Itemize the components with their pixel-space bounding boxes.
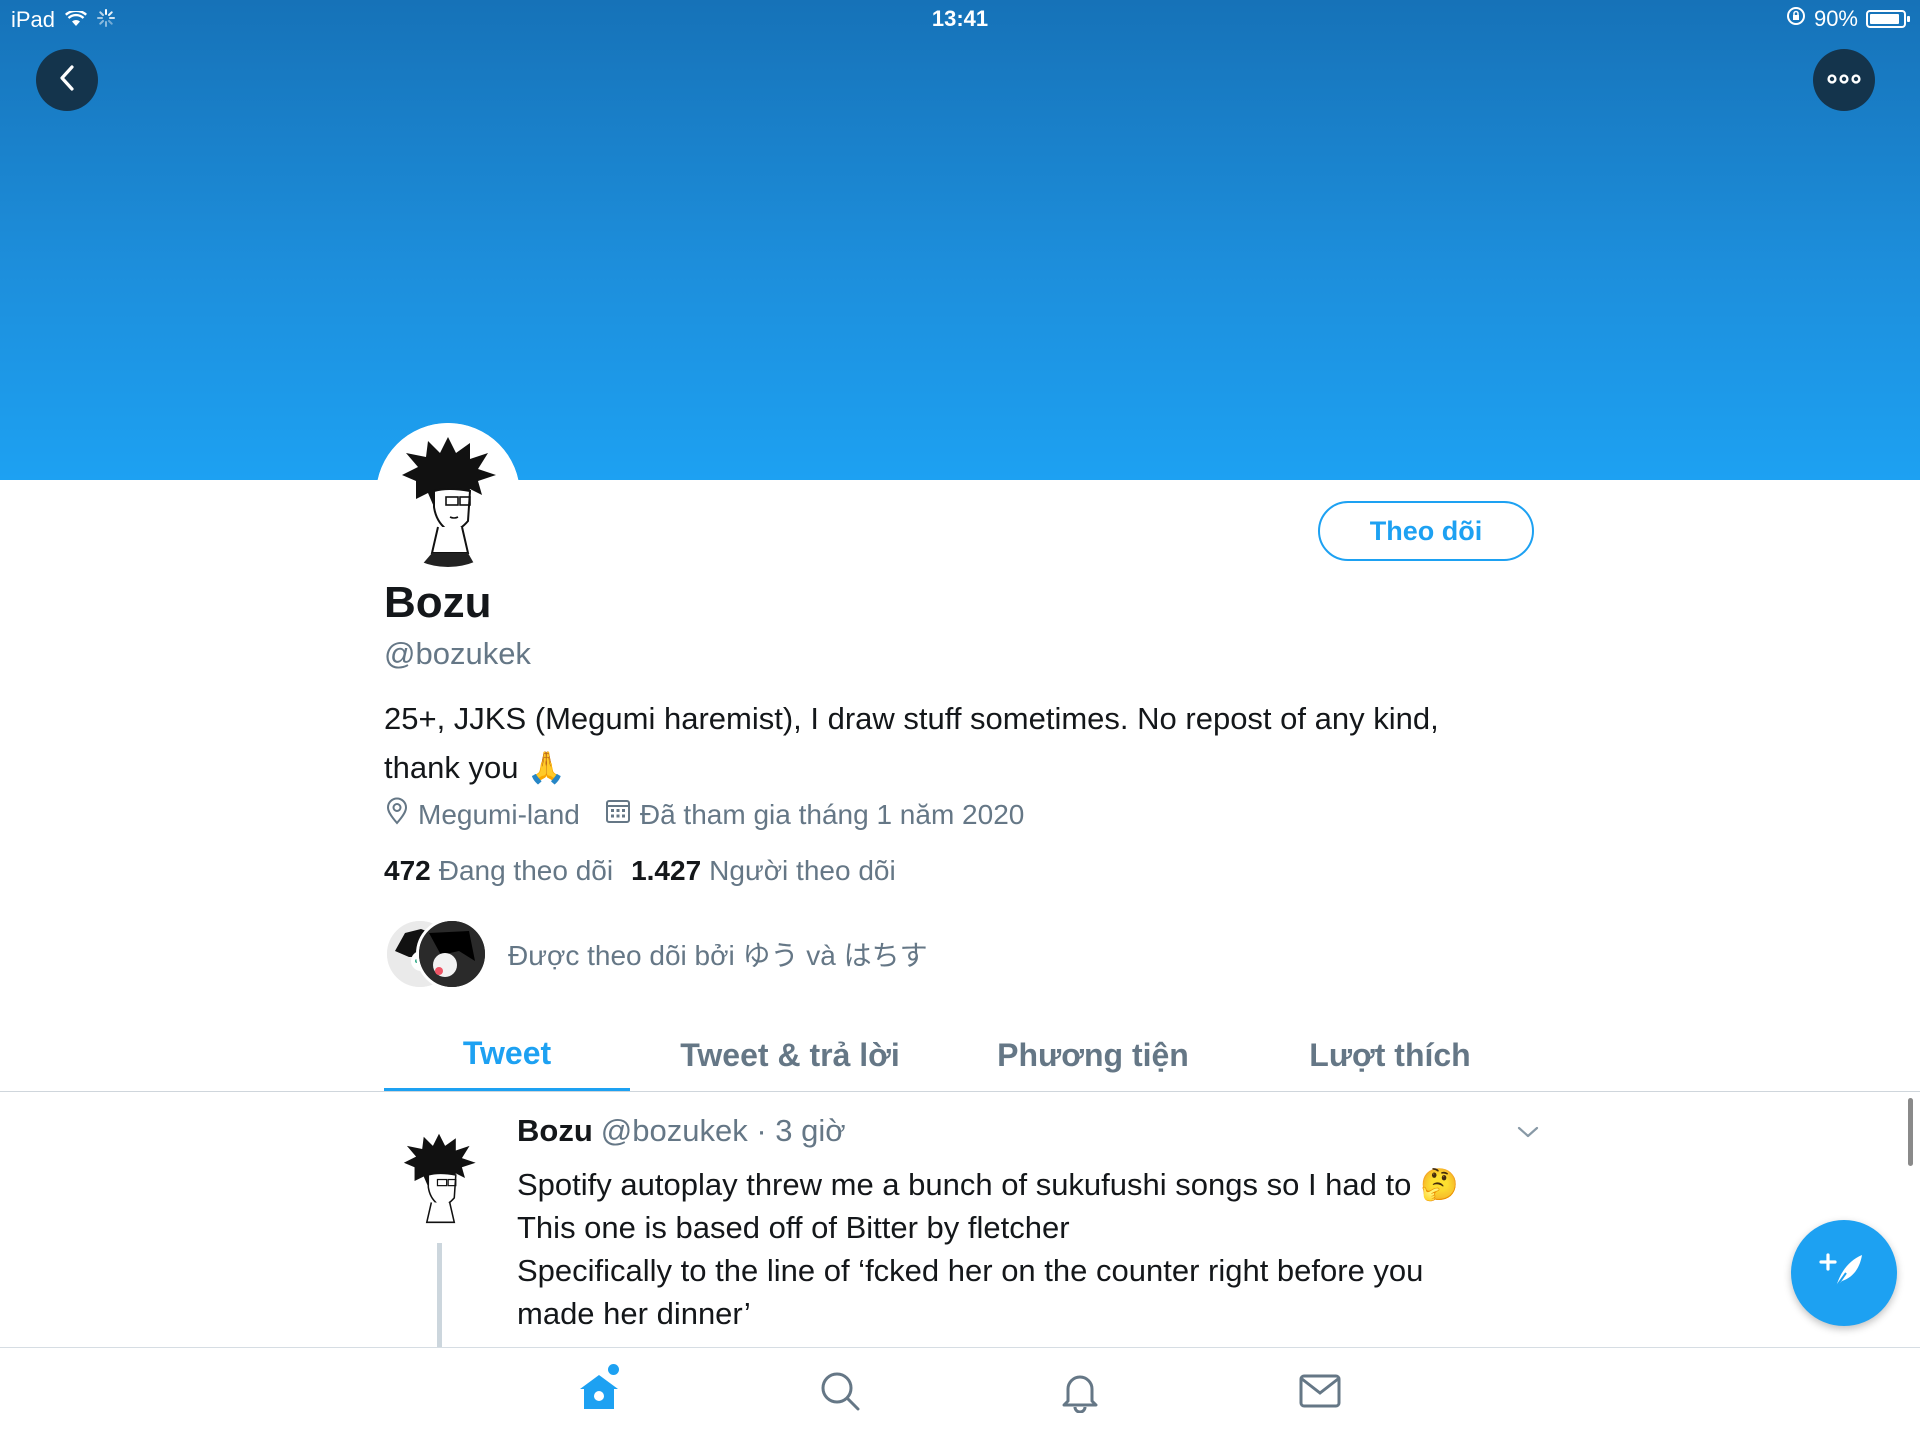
scroll-indicator[interactable] — [1908, 1098, 1913, 1166]
tweet-author-handle: @bozukek — [600, 1113, 748, 1148]
bio-line: 25+, JJKS (Megumi haremist), I draw stuf… — [384, 701, 1439, 736]
thread-line — [437, 1243, 442, 1348]
tweet-line: Specifically to the line of ‘fcked her o… — [517, 1253, 1424, 1288]
nav-notifications[interactable] — [1055, 1368, 1105, 1418]
location-text: Megumi-land — [418, 798, 580, 830]
tab-likes[interactable]: Lượt thích — [1236, 1018, 1544, 1092]
calendar-icon — [604, 797, 632, 832]
tweet-line: Spotify autoplay threw me a bunch of suk… — [517, 1167, 1459, 1202]
nav-messages[interactable] — [1295, 1368, 1345, 1418]
follow-button[interactable]: Theo dõi — [1318, 501, 1534, 561]
location-pin-icon — [384, 797, 410, 832]
profile-name: Bozu — [384, 578, 492, 627]
tab-tweets[interactable]: Tweet — [384, 1018, 630, 1092]
followers-count: 1.427 — [631, 855, 702, 886]
notification-dot — [608, 1364, 619, 1375]
tab-media[interactable]: Phương tiện — [950, 1018, 1236, 1092]
mail-icon — [1297, 1371, 1343, 1416]
bottom-tab-bar — [0, 1347, 1920, 1441]
followed-by[interactable]: Được theo dõi bởi ゆう và はちす — [384, 918, 928, 990]
profile-avatar[interactable] — [376, 423, 520, 567]
nav-home[interactable] — [574, 1364, 624, 1418]
profile-tabs: Tweet Tweet & trả lời Phương tiện Lượt t… — [384, 1018, 1544, 1092]
status-time: 13:41 — [931, 6, 989, 31]
status-bar: iPad 13:41 90% — [0, 0, 1920, 40]
bell-icon — [1058, 1369, 1102, 1418]
tabs-divider — [0, 1091, 1920, 1092]
back-icon — [56, 63, 78, 98]
tweet-line: made her dinner’ — [517, 1296, 751, 1331]
following-label: Đang theo dõi — [438, 855, 614, 886]
chevron-down-icon — [1516, 1126, 1540, 1144]
rotation-lock-icon — [1786, 6, 1806, 32]
tweet-avatar[interactable] — [384, 1118, 494, 1238]
joined-item: Đã tham gia tháng 1 năm 2020 — [604, 797, 1024, 832]
profile-meta: Megumi-land Đã tham gia tháng 1 năm 2020 — [384, 797, 1048, 832]
followed-by-text: Được theo dõi bởi ゆう và はちす — [508, 940, 928, 971]
compose-tweet-button[interactable] — [1791, 1220, 1897, 1326]
bio-line: thank you 🙏 — [384, 750, 566, 785]
profile-bio: 25+, JJKS (Megumi haremist), I draw stuf… — [384, 694, 1514, 792]
joined-text: Đã tham gia tháng 1 năm 2020 — [639, 798, 1025, 830]
profile-banner — [0, 0, 1920, 480]
nav-search[interactable] — [815, 1368, 865, 1418]
followers-label: Người theo dõi — [709, 855, 896, 886]
tab-tweets-replies[interactable]: Tweet & trả lời — [630, 1018, 950, 1092]
follow-counts: 472 Đang theo dõi 1.427 Người theo dõi — [384, 855, 896, 887]
back-button[interactable] — [36, 49, 98, 111]
home-icon — [576, 1369, 622, 1418]
more-icon — [1827, 71, 1861, 89]
tweet-header: Bozu @bozukek · 3 giờ — [517, 1113, 846, 1149]
more-options-button[interactable] — [1813, 49, 1875, 111]
following-link[interactable]: 472 Đang theo dõi — [384, 855, 613, 887]
search-icon — [818, 1369, 862, 1418]
compose-tweet-icon — [1816, 1243, 1872, 1304]
tweet-author-name[interactable]: Bozu — [517, 1113, 593, 1148]
followers-link[interactable]: 1.427 Người theo dõi — [631, 855, 896, 887]
following-count: 472 — [384, 855, 431, 886]
battery-icon — [1866, 10, 1910, 28]
tweet-options-button[interactable] — [1516, 1124, 1540, 1145]
battery-percent: 90% — [1813, 6, 1858, 31]
tweet-text: Spotify autoplay threw me a bunch of suk… — [517, 1163, 1517, 1335]
location-item: Megumi-land — [384, 797, 580, 832]
profile-handle: @bozukek — [384, 636, 531, 671]
tweet-line: This one is based off of Bitter by fletc… — [517, 1210, 1070, 1245]
tweet-time: · 3 giờ — [756, 1113, 846, 1148]
avatar — [416, 918, 488, 990]
